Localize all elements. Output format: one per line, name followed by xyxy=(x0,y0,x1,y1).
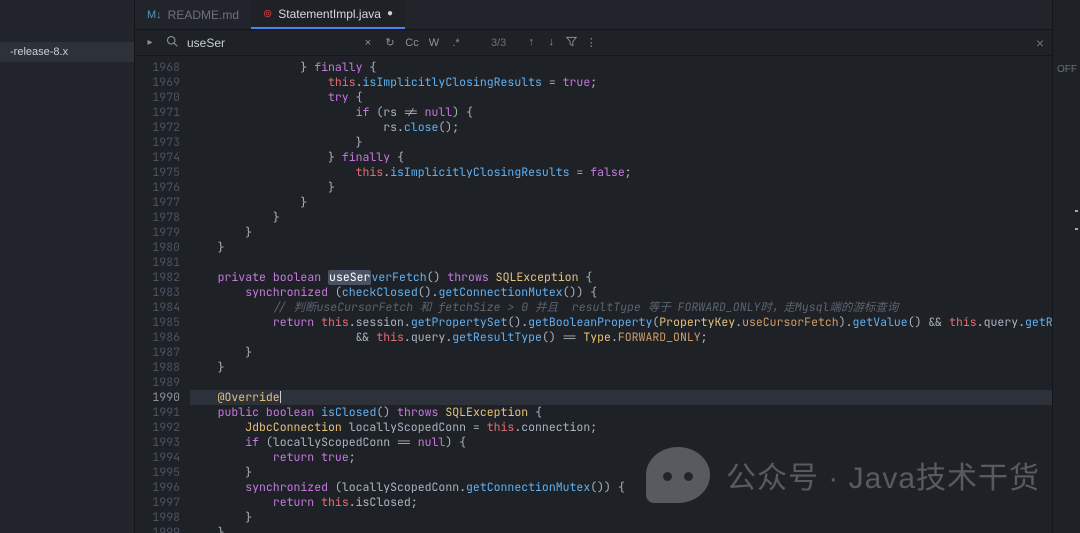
filter-icon[interactable] xyxy=(564,36,578,50)
line-number: 1985 xyxy=(135,315,180,330)
code-line[interactable]: if (rs != null) { xyxy=(190,105,1052,120)
line-number: 1979 xyxy=(135,225,180,240)
code-line[interactable]: } xyxy=(190,180,1052,195)
code-line[interactable]: return this.isClosed; xyxy=(190,495,1052,510)
line-number: 1996 xyxy=(135,480,180,495)
whole-word-toggle[interactable]: W xyxy=(427,37,441,49)
code-line[interactable]: } xyxy=(190,225,1052,240)
find-bar: ▸ × ↻ Cc W .* 3/3 ↑ ↓ ⋮ × xyxy=(135,30,1052,56)
search-icon xyxy=(165,35,179,50)
code-line[interactable]: rs.close(); xyxy=(190,120,1052,135)
line-number: 1995 xyxy=(135,465,180,480)
code-area[interactable]: } finally { this.isImplicitlyClosingResu… xyxy=(190,56,1052,533)
line-number: 1969 xyxy=(135,75,180,90)
code-line[interactable]: } finally { xyxy=(190,150,1052,165)
code-line[interactable]: } xyxy=(190,240,1052,255)
line-number: 1993 xyxy=(135,435,180,450)
match-case-toggle[interactable]: Cc xyxy=(405,37,419,49)
code-line[interactable]: } xyxy=(190,510,1052,525)
line-number: 1974 xyxy=(135,150,180,165)
code-line[interactable]: JdbcConnection locallyScopedConn = this.… xyxy=(190,420,1052,435)
java-icon: ⊚ xyxy=(263,7,272,20)
branch-item[interactable]: -release-8.x xyxy=(0,42,134,62)
marker-icon[interactable] xyxy=(1075,228,1078,230)
line-number: 1988 xyxy=(135,360,180,375)
line-number: 1983 xyxy=(135,285,180,300)
code-line[interactable]: if (locallyScopedConn == null) { xyxy=(190,435,1052,450)
code-line[interactable]: } xyxy=(190,360,1052,375)
tab-statementimpl-java[interactable]: ⊚ StatementImpl.java ● xyxy=(251,0,405,29)
code-line[interactable]: // 判断useCursorFetch 和 fetchSize > 0 并且 r… xyxy=(190,300,1052,315)
line-number: 1973 xyxy=(135,135,180,150)
line-number: 1971 xyxy=(135,105,180,120)
tab-label: README.md xyxy=(168,8,239,22)
line-number: 1975 xyxy=(135,165,180,180)
line-number: 1992 xyxy=(135,420,180,435)
code-line[interactable]: } xyxy=(190,210,1052,225)
line-number: 1968 xyxy=(135,60,180,75)
code-line[interactable]: private boolean useServerFetch() throws … xyxy=(190,270,1052,285)
more-options-icon[interactable]: ⋮ xyxy=(584,36,598,50)
line-number: 1987 xyxy=(135,345,180,360)
line-number: 1981 xyxy=(135,255,180,270)
code-line[interactable]: this.isImplicitlyClosingResults = true; xyxy=(190,75,1052,90)
dirty-icon: ● xyxy=(387,8,393,19)
inspection-badge[interactable]: OFF xyxy=(1057,64,1077,75)
regex-toggle[interactable]: .* xyxy=(449,37,463,49)
line-number: 1978 xyxy=(135,210,180,225)
line-number: 1991 xyxy=(135,405,180,420)
line-number: 1970 xyxy=(135,90,180,105)
code-line[interactable]: synchronized (locallyScopedConn.getConne… xyxy=(190,480,1052,495)
prev-match-icon[interactable]: ↑ xyxy=(524,36,538,50)
next-match-icon[interactable]: ↓ xyxy=(544,36,558,50)
code-line[interactable]: public boolean isClosed() throws SQLExce… xyxy=(190,405,1052,420)
code-line[interactable]: return this.session.getPropertySet().get… xyxy=(190,315,1052,330)
line-number: 1977 xyxy=(135,195,180,210)
right-gutter[interactable]: OFF xyxy=(1052,0,1080,533)
code-editor[interactable]: 1968196919701971197219731974197519761977… xyxy=(135,56,1052,533)
clear-search-icon[interactable]: × xyxy=(361,37,375,49)
line-number: 1994 xyxy=(135,450,180,465)
expand-search-icon[interactable]: ▸ xyxy=(143,37,157,48)
line-number: 1986 xyxy=(135,330,180,345)
line-number: 1982 xyxy=(135,270,180,285)
close-find-icon[interactable]: × xyxy=(1036,35,1044,51)
search-input[interactable] xyxy=(187,36,337,50)
code-line[interactable] xyxy=(190,255,1052,270)
marker-icon[interactable] xyxy=(1075,210,1078,212)
code-line[interactable]: } xyxy=(190,135,1052,150)
match-count: 3/3 xyxy=(491,37,506,49)
line-number: 1980 xyxy=(135,240,180,255)
line-number: 1998 xyxy=(135,510,180,525)
project-sidebar[interactable]: -release-8.x xyxy=(0,0,135,533)
code-line[interactable]: } xyxy=(190,195,1052,210)
code-line[interactable]: synchronized (checkClosed().getConnectio… xyxy=(190,285,1052,300)
code-line[interactable]: @Override xyxy=(190,390,1052,405)
code-line[interactable]: } xyxy=(190,465,1052,480)
line-number: 1990 xyxy=(135,390,180,405)
markdown-icon: M↓ xyxy=(147,9,162,21)
editor-tabs: M↓ README.md ⊚ StatementImpl.java ● xyxy=(135,0,1052,30)
tab-label: StatementImpl.java xyxy=(278,7,381,21)
history-icon[interactable]: ↻ xyxy=(383,36,397,49)
code-line[interactable]: return true; xyxy=(190,450,1052,465)
line-number: 1999 xyxy=(135,525,180,533)
line-number: 1997 xyxy=(135,495,180,510)
code-line[interactable]: } finally { xyxy=(190,60,1052,75)
code-line[interactable]: && this.query.getResultType() == Type.FO… xyxy=(190,330,1052,345)
line-gutter: 1968196919701971197219731974197519761977… xyxy=(135,56,190,533)
code-line[interactable]: try { xyxy=(190,90,1052,105)
code-line[interactable] xyxy=(190,375,1052,390)
line-number: 1972 xyxy=(135,120,180,135)
code-line[interactable]: } xyxy=(190,345,1052,360)
editor-main: M↓ README.md ⊚ StatementImpl.java ● ▸ × ↻ Cc… xyxy=(135,0,1052,533)
tab-readme-md[interactable]: M↓ README.md xyxy=(135,0,251,29)
line-number: 1976 xyxy=(135,180,180,195)
code-line[interactable]: } xyxy=(190,525,1052,533)
code-line[interactable]: this.isImplicitlyClosingResults = false; xyxy=(190,165,1052,180)
line-number: 1984 xyxy=(135,300,180,315)
line-number: 1989 xyxy=(135,375,180,390)
